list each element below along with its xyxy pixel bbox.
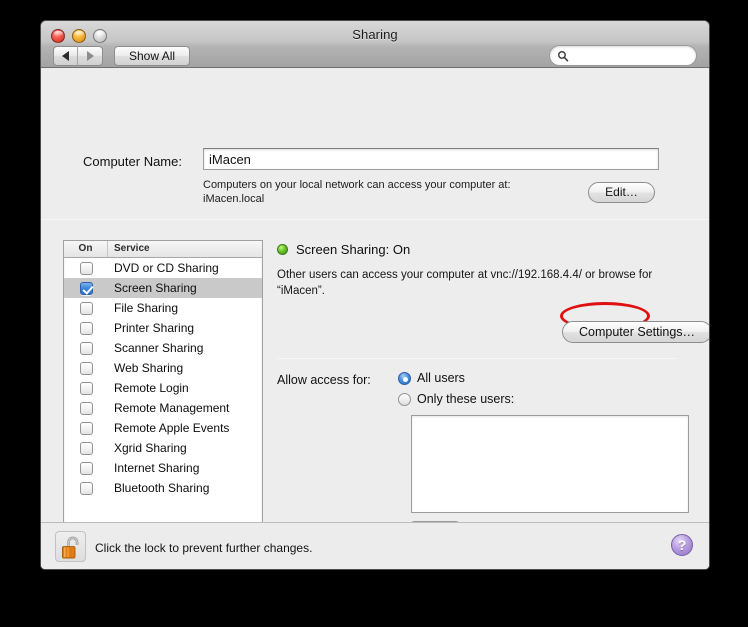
radio-button-icon-only-these-users: [398, 392, 411, 406]
checkbox-unchecked-icon[interactable]: [79, 441, 93, 455]
service-name-label: Screen Sharing: [114, 281, 197, 295]
service-name-label: File Sharing: [114, 301, 179, 315]
service-name-label: Bluetooth Sharing: [114, 481, 210, 495]
service-row[interactable]: Screen Sharing: [64, 278, 262, 298]
service-list[interactable]: On Service DVD or CD Sharing Screen Shari…: [63, 240, 263, 547]
service-row[interactable]: Scanner Sharing: [64, 338, 262, 358]
service-name-label: Printer Sharing: [114, 321, 195, 335]
status-indicator-icon: [277, 243, 288, 255]
window-title: Sharing: [352, 27, 398, 42]
unlocked-padlock-icon: [61, 536, 79, 559]
service-row[interactable]: Remote Management: [64, 398, 262, 418]
computer-name-description: Computers on your local network can acce…: [203, 178, 603, 206]
computer-settings-button[interactable]: Computer Settings…: [562, 321, 709, 343]
service-checkbox-cell: [64, 301, 108, 315]
service-checkbox-cell: [64, 441, 108, 455]
window-titlebar: Sharing Show All: [41, 21, 709, 68]
help-button[interactable]: ?: [671, 534, 693, 556]
column-header-on: On: [64, 241, 108, 257]
service-row[interactable]: Internet Sharing: [64, 458, 262, 478]
checkbox-unchecked-icon[interactable]: [79, 481, 93, 495]
service-row[interactable]: Xgrid Sharing: [64, 438, 262, 458]
checkbox-unchecked-icon[interactable]: [79, 341, 93, 355]
service-checkbox-cell: [64, 481, 108, 495]
service-row[interactable]: Remote Login: [64, 378, 262, 398]
radio-only-these-users[interactable]: Only these users:: [398, 392, 514, 406]
detail-divider: [277, 358, 677, 359]
service-name-label: DVD or CD Sharing: [114, 261, 219, 275]
service-checkbox-cell: [64, 341, 108, 355]
allowed-users-list[interactable]: [411, 415, 689, 513]
service-name-label: Xgrid Sharing: [114, 441, 187, 455]
section-divider: [41, 219, 709, 220]
service-name-label: Web Sharing: [114, 361, 184, 375]
service-description: Other users can access your computer at …: [277, 267, 682, 330]
radio-all-users-label: All users: [417, 371, 465, 385]
radio-button-icon-all-users: [398, 371, 411, 385]
right-arrow-icon: [86, 51, 94, 61]
computer-name-description-line1: Computers on your local network can acce…: [203, 179, 511, 191]
service-row[interactable]: DVD or CD Sharing: [64, 258, 262, 278]
service-name-label: Remote Apple Events: [114, 421, 230, 435]
service-detail-pane: Screen Sharing: On Other users can acces…: [277, 240, 709, 541]
service-description-text: Other users can access your computer at …: [277, 269, 653, 297]
show-all-button[interactable]: Show All: [114, 46, 191, 66]
radio-only-these-users-label: Only these users:: [417, 392, 515, 406]
service-status-text: Screen Sharing: On: [296, 241, 411, 257]
checkbox-unchecked-icon[interactable]: [79, 301, 93, 315]
service-name-label: Scanner Sharing: [114, 341, 204, 355]
checkbox-unchecked-icon[interactable]: [79, 381, 93, 395]
service-name-label: Remote Management: [114, 401, 230, 415]
service-list-header: On Service: [64, 241, 262, 258]
service-row[interactable]: File Sharing: [64, 298, 262, 318]
service-checkbox-cell: [64, 381, 108, 395]
checkbox-unchecked-icon[interactable]: [79, 461, 93, 475]
service-checkbox-cell: [64, 361, 108, 375]
edit-button[interactable]: Edit…: [588, 182, 655, 203]
service-row[interactable]: Printer Sharing: [64, 318, 262, 338]
sharing-preferences-window: Sharing Show All Computer Name: Computer…: [40, 20, 710, 570]
radio-all-users[interactable]: All users: [398, 371, 465, 385]
search-field[interactable]: [549, 45, 697, 66]
service-rows-container: DVD or CD Sharing Screen Sharing File Shar…: [64, 258, 262, 498]
checkbox-unchecked-icon[interactable]: [79, 321, 93, 335]
lock-status-text: Click the lock to prevent further change…: [95, 541, 313, 555]
service-checkbox-cell: [64, 281, 108, 295]
checkbox-unchecked-icon[interactable]: [79, 261, 93, 275]
computer-name-label: Computer Name:: [83, 154, 182, 169]
service-status-row: Screen Sharing: On: [277, 240, 677, 258]
service-name-label: Remote Login: [114, 381, 189, 395]
checkbox-unchecked-icon[interactable]: [79, 401, 93, 415]
search-input[interactable]: [572, 48, 688, 63]
preferences-content: Computer Name: Computers on your local n…: [41, 68, 709, 547]
computer-name-input[interactable]: [203, 148, 659, 170]
checkbox-unchecked-icon[interactable]: [79, 421, 93, 435]
column-header-service: Service: [114, 243, 150, 254]
checkbox-checked-icon[interactable]: [79, 281, 93, 295]
service-checkbox-cell: [64, 421, 108, 435]
service-checkbox-cell: [64, 261, 108, 275]
search-icon: [558, 50, 569, 61]
checkbox-unchecked-icon[interactable]: [79, 361, 93, 375]
navigation-buttons: [53, 46, 103, 66]
service-row[interactable]: Remote Apple Events: [64, 418, 262, 438]
service-checkbox-cell: [64, 401, 108, 415]
computer-name-local-address: iMacen.local: [203, 193, 265, 205]
back-button[interactable]: [53, 46, 78, 66]
lock-button[interactable]: [55, 531, 86, 562]
forward-button[interactable]: [78, 46, 103, 66]
service-row[interactable]: Web Sharing: [64, 358, 262, 378]
service-row[interactable]: Bluetooth Sharing: [64, 478, 262, 498]
left-arrow-icon: [62, 51, 69, 61]
service-checkbox-cell: [64, 321, 108, 335]
service-checkbox-cell: [64, 461, 108, 475]
service-name-label: Internet Sharing: [114, 461, 200, 475]
allow-access-label: Allow access for:: [277, 373, 371, 387]
preferences-bottom-bar: Click the lock to prevent further change…: [41, 522, 709, 569]
